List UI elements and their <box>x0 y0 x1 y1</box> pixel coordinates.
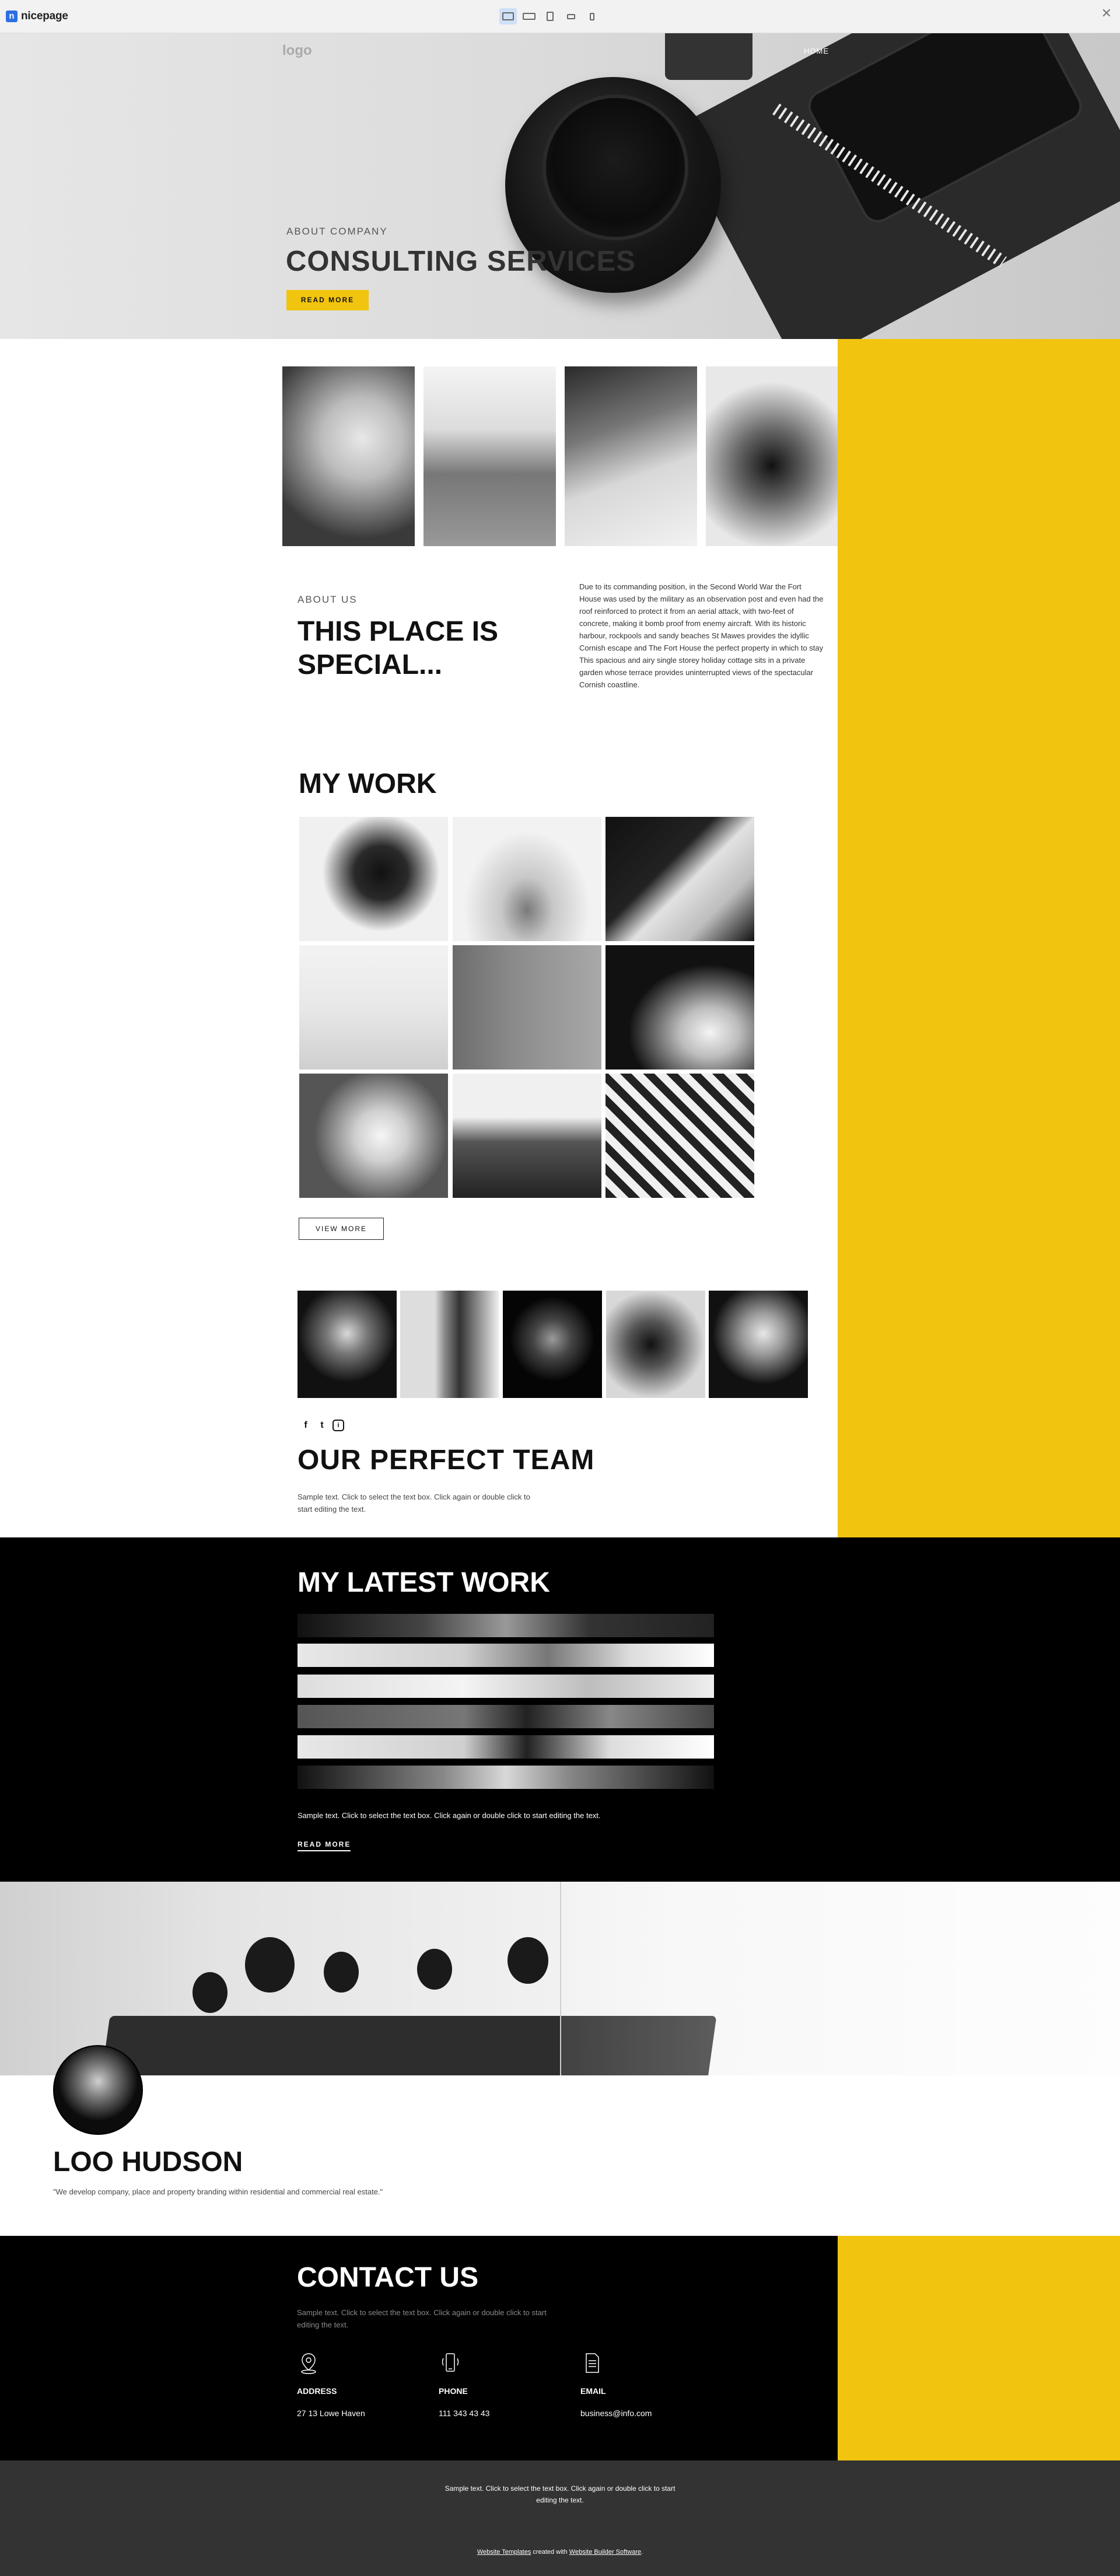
work-image[interactable] <box>453 817 601 941</box>
work-image[interactable] <box>453 945 601 1069</box>
work-image[interactable] <box>606 817 754 941</box>
close-icon[interactable]: ✕ <box>1101 7 1112 20</box>
site-logo[interactable]: logo <box>282 43 312 59</box>
gallery-photo-hands <box>282 366 415 546</box>
meeting-person-shape <box>417 1949 452 1990</box>
about-label: ABOUT US <box>298 594 358 605</box>
work-image[interactable] <box>299 817 448 941</box>
laptop-icon <box>523 13 536 20</box>
footer-credit-text: created with <box>533 2549 568 2556</box>
document-icon <box>586 2353 599 2373</box>
contact-address-value: 27 13 Lowe Haven <box>297 2409 365 2418</box>
instagram-icon[interactable]: i <box>332 1420 344 1431</box>
brand[interactable]: n nicepage <box>6 10 68 23</box>
footer-credit-end: . <box>641 2549 643 2556</box>
facebook-icon[interactable]: f <box>300 1420 312 1431</box>
hero-camera-shape <box>665 33 752 80</box>
team-member-photo[interactable] <box>709 1291 808 1398</box>
gallery-photo-office <box>424 366 556 546</box>
contact-yellow-panel <box>838 2236 1120 2460</box>
contact-title: CONTACT US <box>297 2262 479 2293</box>
phone-portrait-view-button[interactable] <box>583 8 601 25</box>
hero-read-more-button[interactable]: READ MORE <box>286 290 369 310</box>
contact-email-label: EMAIL <box>580 2386 606 2396</box>
phone-icon <box>442 2353 459 2372</box>
footer-credit: Website Templates created with Website B… <box>0 2549 1120 2556</box>
twitter-icon[interactable]: t <box>316 1420 328 1431</box>
team-member-photo[interactable] <box>606 1291 705 1398</box>
tablet-icon <box>547 12 554 21</box>
contact-email-value[interactable]: business@info.com <box>580 2409 652 2418</box>
laptop-view-button[interactable] <box>520 8 538 25</box>
hero-title: CONSULTING SERVICES <box>286 246 636 277</box>
gallery-photo-laptop <box>565 366 697 546</box>
work-image[interactable] <box>606 1074 754 1198</box>
team-member-photo[interactable] <box>503 1291 602 1398</box>
glass-wall-shape <box>560 1882 1120 2075</box>
hero-coffee-cup-shape <box>542 95 688 240</box>
latest-work-strip <box>298 1766 714 1789</box>
contact-text: Sample text. Click to select the text bo… <box>297 2308 547 2329</box>
latest-work-strip <box>298 1705 714 1728</box>
profile-name: LOO HUDSON <box>53 2147 243 2177</box>
hero-section: logo HOME ABOUT COMPANY CONSULTING SERVI… <box>0 33 1120 339</box>
latest-work-strip <box>298 1644 714 1667</box>
about-title: THIS PLACE IS SPECIAL... <box>298 616 499 680</box>
footer-text: Sample text. Click to select the text bo… <box>444 2484 676 2504</box>
latest-work-title: MY LATEST WORK <box>298 1567 550 1598</box>
website-templates-link[interactable]: Website Templates <box>477 2549 531 2556</box>
footer <box>0 2460 1120 2576</box>
meeting-person-shape <box>508 1937 548 1984</box>
nav-home-link[interactable]: HOME <box>804 47 829 55</box>
yellow-accent-column <box>838 339 1120 1537</box>
social-links: f t i <box>300 1420 344 1431</box>
work-image[interactable] <box>299 1074 448 1198</box>
contact-phone-label: PHONE <box>439 2386 468 2396</box>
device-switcher <box>499 8 601 25</box>
desktop-view-button[interactable] <box>499 8 517 25</box>
latest-work-strip <box>298 1614 714 1637</box>
nicepage-logo-icon: n <box>6 11 18 22</box>
contact-address-label: ADDRESS <box>297 2386 337 2396</box>
team-member-photo[interactable] <box>400 1291 499 1398</box>
meeting-person-shape <box>245 1937 295 1993</box>
tablet-view-button[interactable] <box>541 8 559 25</box>
gallery-photo-teamwork <box>706 366 838 546</box>
profile-quote: "We develop company, place and property … <box>53 2187 383 2196</box>
phone-landscape-icon <box>567 13 575 19</box>
editor-toolbar: n nicepage ✕ <box>0 0 1120 33</box>
latest-work-strip <box>298 1675 714 1698</box>
work-image[interactable] <box>299 945 448 1069</box>
work-image[interactable] <box>606 945 754 1069</box>
phone-landscape-view-button[interactable] <box>562 8 580 25</box>
latest-work-strip <box>298 1735 714 1759</box>
avatar <box>53 2045 143 2135</box>
view-more-button[interactable]: VIEW MORE <box>299 1218 384 1240</box>
team-text: Sample text. Click to select the text bo… <box>298 1493 530 1514</box>
meeting-photo <box>0 1882 1120 2075</box>
latest-read-more-link[interactable]: READ MORE <box>298 1840 351 1851</box>
about-text: Due to its commanding position, in the S… <box>579 582 824 689</box>
map-pin-icon <box>301 2353 316 2374</box>
meeting-person-shape <box>324 1952 359 1993</box>
latest-work-text: Sample text. Click to select the text bo… <box>298 1811 601 1820</box>
phone-portrait-icon <box>590 12 594 20</box>
brand-name: nicepage <box>21 10 68 22</box>
desktop-icon <box>502 12 514 20</box>
contact-phone-value[interactable]: 111 343 43 43 <box>439 2409 489 2418</box>
team-title: OUR PERFECT TEAM <box>298 1445 595 1476</box>
meeting-person-shape <box>192 1972 228 2013</box>
hero-subtitle: ABOUT COMPANY <box>286 226 388 237</box>
team-member-photo[interactable] <box>298 1291 397 1398</box>
website-builder-link[interactable]: Website Builder Software <box>569 2549 641 2556</box>
work-image[interactable] <box>453 1074 601 1198</box>
work-title: MY WORK <box>299 768 437 799</box>
